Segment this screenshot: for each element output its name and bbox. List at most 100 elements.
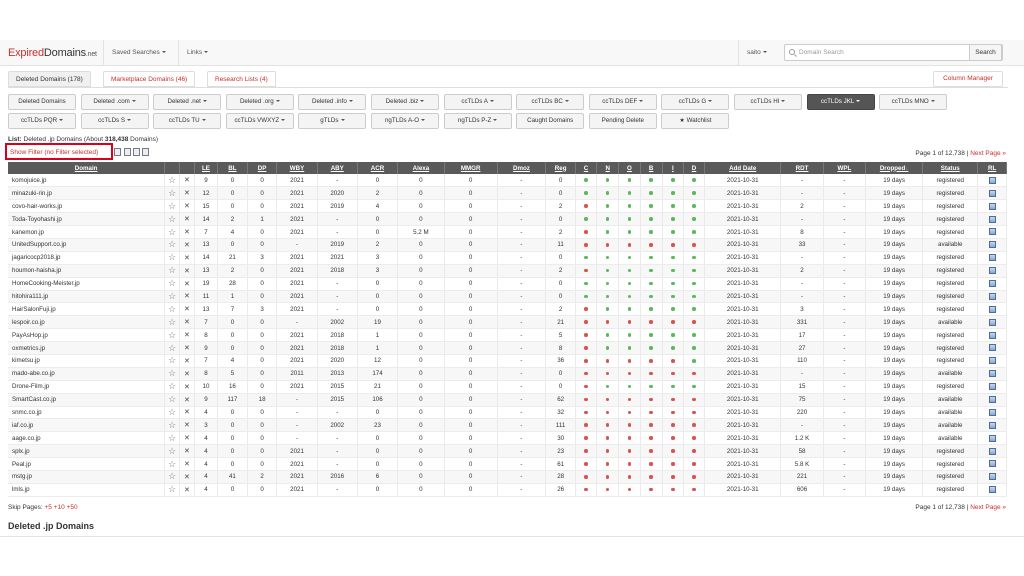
column-header-le[interactable]: LE (194, 162, 219, 174)
skip-50-link[interactable]: +50 (67, 504, 78, 511)
rl-cell[interactable] (977, 264, 1007, 278)
hide-cell[interactable]: ✕ (179, 199, 195, 214)
close-icon[interactable]: ✕ (184, 319, 190, 326)
filter-button-cctlds-tu[interactable]: ccTLDs TU (153, 113, 222, 129)
list-icon[interactable] (988, 241, 996, 249)
star-icon[interactable]: ☆ (168, 278, 176, 288)
filter-button-caught-domains[interactable]: Caught Domains (516, 113, 585, 129)
star-icon[interactable]: ☆ (168, 420, 176, 430)
rl-cell[interactable] (977, 380, 1007, 394)
close-icon[interactable]: ✕ (184, 177, 190, 184)
star-icon[interactable]: ☆ (168, 304, 176, 314)
saved-searches-menu[interactable]: Saved Searches (103, 40, 174, 66)
save-icon[interactable] (133, 148, 140, 156)
domain-cell[interactable]: kimetsu.jp (8, 354, 166, 368)
star-icon[interactable]: ☆ (168, 471, 176, 481)
star-icon[interactable]: ☆ (168, 381, 176, 391)
domain-cell[interactable]: jagaricocp2018.jp (8, 251, 166, 265)
column-header-acr[interactable]: ACR (357, 162, 399, 174)
rl-cell[interactable] (977, 302, 1007, 317)
star-icon[interactable]: ☆ (168, 214, 176, 224)
close-icon[interactable]: ✕ (184, 242, 190, 249)
filter-button-deleted-com[interactable]: Deleted .com (80, 94, 149, 110)
column-header-bl[interactable]: BL (217, 162, 248, 174)
domain-cell[interactable]: mado-abe.co.jp (8, 367, 166, 381)
rl-cell[interactable] (977, 341, 1007, 355)
watch-cell[interactable]: ☆ (164, 457, 181, 471)
close-icon[interactable]: ✕ (184, 422, 190, 429)
rl-cell[interactable] (977, 186, 1007, 201)
star-icon[interactable]: ☆ (168, 484, 176, 494)
hide-cell[interactable]: ✕ (179, 354, 195, 368)
close-icon[interactable]: ✕ (184, 216, 190, 223)
close-icon[interactable]: ✕ (184, 474, 190, 481)
domain-cell[interactable]: mstg.jp (8, 470, 166, 484)
tab-deleted-domains[interactable]: Deleted Domains (178) (8, 71, 91, 87)
hide-cell[interactable]: ✕ (179, 341, 195, 355)
star-icon[interactable]: ☆ (168, 459, 176, 469)
hide-cell[interactable]: ✕ (179, 380, 195, 394)
domain-cell[interactable]: kanemon.jp (8, 225, 166, 239)
column-header-o[interactable]: O (618, 162, 641, 174)
list-icon[interactable] (988, 202, 996, 210)
filter-button-watchlist[interactable]: ★ Watchlist (661, 113, 730, 129)
watch-cell[interactable]: ☆ (164, 380, 181, 394)
watch-cell[interactable]: ☆ (164, 354, 181, 368)
star-icon[interactable]: ☆ (168, 343, 176, 353)
skip-10-link[interactable]: +10 (54, 504, 65, 511)
domain-cell[interactable]: Peal.jp (8, 457, 166, 471)
hide-cell[interactable]: ✕ (179, 315, 195, 330)
star-icon[interactable]: ☆ (168, 446, 176, 456)
list-icon[interactable] (988, 434, 996, 442)
watch-cell[interactable]: ☆ (164, 290, 181, 304)
list-icon[interactable] (988, 473, 996, 481)
star-icon[interactable]: ☆ (168, 201, 176, 211)
domain-cell[interactable]: splx.jp (8, 444, 166, 459)
hide-cell[interactable]: ✕ (179, 251, 195, 265)
star-icon[interactable]: ☆ (168, 227, 176, 237)
filter-button-cctlds-jkl[interactable]: ccTLDs JKL (806, 94, 875, 110)
watch-cell[interactable]: ☆ (164, 328, 181, 343)
filter-button-cctlds-s[interactable]: ccTLDs S (80, 113, 149, 129)
domain-cell[interactable]: oxmetrics.jp (8, 341, 166, 355)
rl-cell[interactable] (977, 457, 1007, 471)
domain-cell[interactable]: komojuice.jp (8, 174, 166, 188)
domain-cell[interactable]: HairSalonFuji.jp (8, 302, 166, 317)
rl-cell[interactable] (977, 174, 1007, 188)
filter-button-cctlds-vwxyz[interactable]: ccTLDs VWXYZ (225, 113, 294, 129)
list-icon[interactable] (988, 357, 996, 365)
filter-button-pending-delete[interactable]: Pending Delete (588, 113, 657, 129)
filter-button-gtlds[interactable]: gTLDs (298, 113, 367, 129)
domain-cell[interactable]: HomeCooking-Meister.jp (8, 277, 166, 291)
column-header-wpl[interactable]: WPL (823, 162, 867, 174)
list-icon[interactable] (988, 228, 996, 236)
close-icon[interactable]: ✕ (184, 371, 190, 378)
close-icon[interactable]: ✕ (184, 281, 190, 288)
rl-cell[interactable] (977, 470, 1007, 484)
hide-cell[interactable]: ✕ (179, 302, 195, 317)
rl-cell[interactable] (977, 406, 1007, 420)
user-menu[interactable]: saito (738, 40, 775, 66)
filter-button-cctlds-a[interactable]: ccTLDs A (443, 94, 512, 110)
hide-cell[interactable]: ✕ (179, 393, 195, 407)
hide-cell[interactable]: ✕ (179, 470, 195, 484)
rl-cell[interactable] (977, 354, 1007, 368)
close-icon[interactable]: ✕ (184, 306, 190, 313)
column-header-mmgr[interactable]: MMGR (444, 162, 498, 174)
star-icon[interactable]: ☆ (168, 368, 176, 378)
hide-cell[interactable]: ✕ (179, 406, 195, 420)
filter-button-cctlds-mno[interactable]: ccTLDs MNO (879, 94, 948, 110)
hide-cell[interactable]: ✕ (179, 186, 195, 201)
watch-cell[interactable]: ☆ (164, 341, 181, 355)
domain-cell[interactable]: PayAsHop.jp (8, 328, 166, 343)
star-icon[interactable]: ☆ (168, 355, 176, 365)
watch-cell[interactable]: ☆ (164, 315, 181, 330)
column-header-n[interactable]: N (596, 162, 620, 174)
star-icon[interactable]: ☆ (168, 239, 176, 249)
list-icon[interactable] (988, 344, 996, 352)
column-manager-button[interactable]: Column Manager (933, 71, 1003, 87)
links-menu[interactable]: Links (178, 40, 216, 66)
filter-button-cctlds-bc[interactable]: ccTLDs BC (516, 94, 585, 110)
filter-button-cctlds-g[interactable]: ccTLDs G (661, 94, 730, 110)
domain-cell[interactable]: minazuki-rin.jp (8, 186, 166, 201)
